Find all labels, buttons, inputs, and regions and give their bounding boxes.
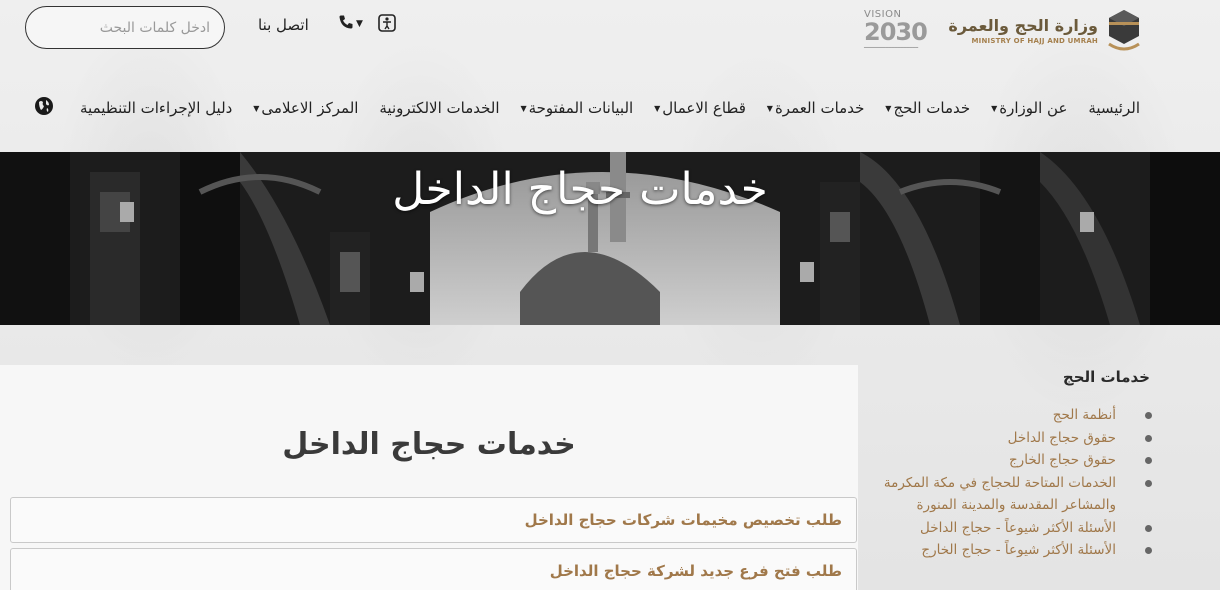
phone-icon (338, 14, 354, 34)
chevron-down-icon: ▼ (654, 103, 661, 113)
sidebar-link-available-services[interactable]: الخدمات المتاحة للحجاج في مكة المكرمة وا… (872, 472, 1152, 517)
nav-item-umrah-services[interactable]: خدمات العمرة ▼ (767, 99, 865, 117)
nav-item-open-data[interactable]: البيانات المفتوحة ▼ (520, 99, 633, 117)
chevron-down-icon: ▼ (253, 103, 260, 113)
accessibility-icon (378, 14, 396, 36)
vision-subtext: ━━━━━━━━━━━━━━━━━━ (864, 44, 919, 51)
ministry-name: وزارة الحج والعمرة MINISTRY OF HAJJ AND … (948, 16, 1098, 45)
ministry-logo[interactable]: VISION 2030 ━━━━━━━━━━━━━━━━━━ وزارة الح… (864, 2, 1144, 58)
nav-label: عن الوزارة (999, 99, 1068, 117)
chevron-down-icon: ▼ (356, 19, 363, 29)
main-content: خدمات حجاج الداخل طلب تخصيص مخيمات شركات… (0, 365, 858, 590)
kaaba-emblem-icon (1104, 5, 1144, 55)
sidebar: خدمات الحج أنظمة الحج حقوق حجاج الداخل ح… (872, 360, 1162, 590)
nav-label: البيانات المفتوحة (528, 99, 634, 117)
hero-title: خدمات حجاج الداخل (392, 164, 768, 215)
chevron-down-icon: ▼ (520, 103, 527, 113)
nav-label: الرئيسية (1088, 99, 1140, 117)
contact-us-link[interactable]: اتصل بنا (258, 16, 309, 34)
sidebar-link-hajj-regulations[interactable]: أنظمة الحج (872, 404, 1152, 427)
sidebar-links: أنظمة الحج حقوق حجاج الداخل حقوق حجاج ال… (872, 404, 1152, 562)
sidebar-link-domestic-pilgrims-rights[interactable]: حقوق حجاج الداخل (872, 427, 1152, 450)
hero-banner: خدمات حجاج الداخل (0, 152, 1220, 325)
nav-label: قطاع الاعمال (662, 99, 746, 117)
service-list: طلب تخصيص مخيمات شركات حجاج الداخل طلب ف… (10, 497, 857, 590)
service-item-new-branch[interactable]: طلب فتح فرع جديد لشركة حجاج الداخل (10, 548, 857, 590)
nav-item-business[interactable]: قطاع الاعمال ▼ (654, 99, 746, 117)
vision-year: 2030 (864, 17, 928, 46)
sidebar-title: خدمات الحج (1062, 368, 1150, 386)
ministry-name-en: MINISTRY OF HAJJ AND UMRAH (971, 36, 1098, 45)
service-item-label: طلب فتح فرع جديد لشركة حجاج الداخل (549, 562, 842, 580)
nav-label: المركز الاعلامى (261, 99, 359, 117)
sidebar-link-faq-domestic[interactable]: الأسئلة الأكثر شيوعاً - حجاج الداخل (872, 517, 1152, 540)
nav-item-procedures-guide[interactable]: دليل الإجراءات التنظيمية (80, 99, 232, 117)
chevron-down-icon: ▼ (766, 103, 773, 113)
nav-item-about[interactable]: عن الوزارة ▼ (991, 99, 1067, 117)
main-navigation: الرئيسية عن الوزارة ▼ خدمات الحج ▼ خدمات… (80, 94, 1140, 122)
sidebar-link-faq-foreign[interactable]: الأسئلة الأكثر شيوعاً - حجاج الخارج (872, 539, 1152, 562)
vision-2030-logo: VISION 2030 ━━━━━━━━━━━━━━━━━━ (864, 4, 942, 56)
nav-label: دليل الإجراءات التنظيمية (80, 99, 233, 117)
globe-icon[interactable] (34, 96, 54, 120)
nav-item-home[interactable]: الرئيسية (1088, 99, 1140, 117)
chevron-down-icon: ▼ (885, 103, 892, 113)
accessibility-dropdown[interactable] (378, 14, 396, 36)
nav-item-hajj-services[interactable]: خدمات الحج ▼ (885, 99, 970, 117)
nav-label: خدمات العمرة (774, 99, 865, 117)
service-item-label: طلب تخصيص مخيمات شركات حجاج الداخل (524, 511, 842, 529)
page-title: خدمات حجاج الداخل (282, 427, 576, 462)
service-item-camp-allocation[interactable]: طلب تخصيص مخيمات شركات حجاج الداخل (10, 497, 857, 543)
chevron-down-icon: ▼ (991, 103, 998, 113)
phone-dropdown[interactable]: ▼ (338, 14, 363, 34)
ministry-name-ar: وزارة الحج والعمرة (948, 15, 1098, 35)
nav-label: خدمات الحج (893, 99, 971, 117)
search-input[interactable] (25, 6, 225, 49)
site-header: VISION 2030 ━━━━━━━━━━━━━━━━━━ وزارة الح… (0, 0, 1220, 152)
nav-item-media-center[interactable]: المركز الاعلامى ▼ (253, 99, 358, 117)
nav-item-e-services[interactable]: الخدمات الالكترونية (379, 99, 499, 117)
nav-label: الخدمات الالكترونية (379, 99, 500, 117)
sidebar-link-foreign-pilgrims-rights[interactable]: حقوق حجاج الخارج (872, 449, 1152, 472)
